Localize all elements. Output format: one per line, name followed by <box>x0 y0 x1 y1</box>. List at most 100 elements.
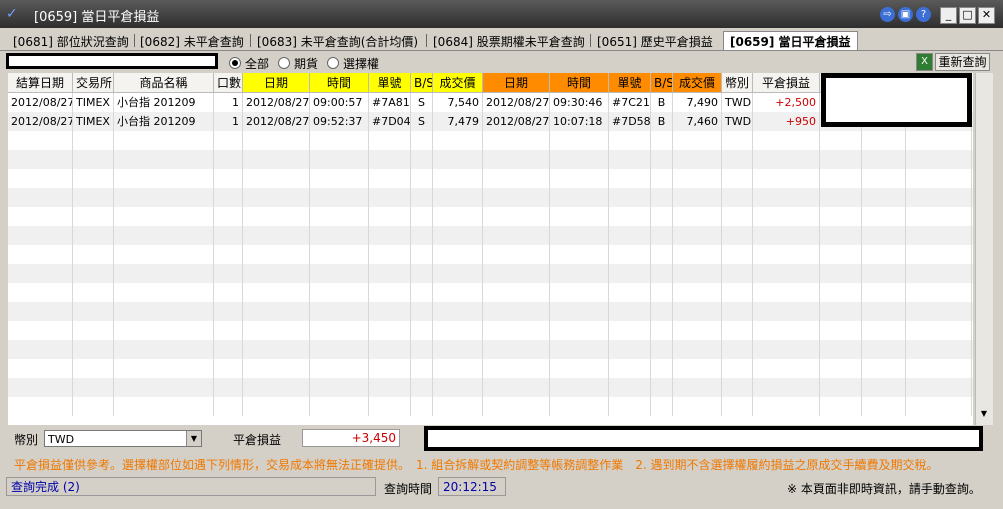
chevron-down-icon[interactable]: ▼ <box>186 431 201 446</box>
cell-close-price: 7,460 <box>673 112 722 131</box>
table-row[interactable] <box>8 245 973 264</box>
cell-exchange <box>73 359 114 378</box>
cell-open-price: 7,479 <box>433 112 483 131</box>
table-row[interactable] <box>8 359 973 378</box>
header-open-time[interactable]: 時間 <box>310 73 369 93</box>
excel-export-icon[interactable]: X <box>916 53 933 71</box>
cell-product <box>114 169 214 188</box>
tab-0683[interactable]: [0683] 未平倉查詢(合計均價) <box>257 33 418 50</box>
cell-open-order <box>369 226 411 245</box>
cell-open-time <box>310 169 369 188</box>
cell-pnl <box>753 245 820 264</box>
cell-currency <box>722 378 753 397</box>
filter-bar: 全部 期貨 選擇權 X 重新查詢 <box>0 51 1003 73</box>
header-currency[interactable]: 幣別 <box>722 73 753 93</box>
radio-all[interactable]: 全部 <box>229 55 269 71</box>
minimize-button[interactable]: _ <box>940 7 957 24</box>
cell-extra <box>906 131 972 150</box>
cell-open-bs <box>411 283 433 302</box>
table-row[interactable] <box>8 150 973 169</box>
header-open-bs[interactable]: B/S <box>411 73 433 93</box>
header-product[interactable]: 商品名稱 <box>114 73 214 93</box>
tab-0684[interactable]: [0684] 股票期權未平倉查詢 <box>433 33 585 50</box>
header-close-order[interactable]: 單號 <box>609 73 651 93</box>
table-row[interactable] <box>8 226 973 245</box>
cell-product <box>114 131 214 150</box>
cell-close-date <box>483 150 550 169</box>
tab-0682[interactable]: [0682] 未平倉查詢 <box>140 33 244 50</box>
header-open-price[interactable]: 成交價 <box>433 73 483 93</box>
tab-0659[interactable]: [0659] 當日平倉損益 <box>723 31 858 50</box>
cell-exchange <box>73 340 114 359</box>
cell-open-date <box>243 397 310 416</box>
table-row[interactable] <box>8 302 973 321</box>
header-qty[interactable]: 口數 <box>214 73 243 93</box>
status-bar: 查詢完成 (2) 查詢時間 20:12:15 ※ 本頁面非即時資訊，請手動查詢。 <box>0 476 1003 498</box>
cell-close-time <box>550 359 609 378</box>
cell-close-bs: B <box>651 112 673 131</box>
cell-extra <box>862 131 906 150</box>
close-button[interactable]: ✕ <box>978 7 995 24</box>
cell-open-order <box>369 169 411 188</box>
cell-open-time <box>310 340 369 359</box>
cell-product <box>114 245 214 264</box>
cell-open-date: 2012/08/27 <box>243 112 310 131</box>
radio-options[interactable]: 選擇權 <box>327 55 379 71</box>
scroll-down-icon[interactable]: ▼ <box>978 409 990 421</box>
table-row[interactable] <box>8 283 973 302</box>
refresh-button[interactable]: 重新查詢 <box>935 53 990 71</box>
maximize-button[interactable]: □ <box>959 7 976 24</box>
header-close-bs[interactable]: B/S <box>651 73 673 93</box>
table-row[interactable] <box>8 397 973 416</box>
cell-extra <box>862 169 906 188</box>
account-selector[interactable] <box>6 53 218 69</box>
cell-settle-date <box>8 359 73 378</box>
cell-open-time <box>310 131 369 150</box>
cell-extra <box>820 359 862 378</box>
cell-open-date <box>243 321 310 340</box>
table-row[interactable] <box>8 207 973 226</box>
tab-0681[interactable]: [0681] 部位狀況查詢 <box>13 33 129 50</box>
header-close-date[interactable]: 日期 <box>483 73 550 93</box>
header-open-order[interactable]: 單號 <box>369 73 411 93</box>
table-row[interactable] <box>8 169 973 188</box>
table-row[interactable] <box>8 264 973 283</box>
cell-pnl <box>753 131 820 150</box>
cell-extra <box>820 283 862 302</box>
cell-close-time <box>550 302 609 321</box>
cell-close-price <box>673 283 722 302</box>
print-icon[interactable]: ▣ <box>898 7 913 22</box>
header-pnl[interactable]: 平倉損益 <box>753 73 820 93</box>
cell-qty <box>214 207 243 226</box>
window-title: [0659] 當日平倉損益 <box>34 10 160 25</box>
table-row[interactable] <box>8 131 973 150</box>
table-row[interactable] <box>8 340 973 359</box>
header-open-date[interactable]: 日期 <box>243 73 310 93</box>
cell-close-order <box>609 226 651 245</box>
header-close-time[interactable]: 時間 <box>550 73 609 93</box>
radio-futures[interactable]: 期貨 <box>278 55 318 71</box>
cell-open-bs <box>411 340 433 359</box>
vertical-scrollbar[interactable]: ▼ <box>975 73 993 425</box>
header-settle-date[interactable]: 結算日期 <box>8 73 73 93</box>
header-close-price[interactable]: 成交價 <box>673 73 722 93</box>
export-icon[interactable]: ⇨ <box>880 7 895 22</box>
cell-close-date: 2012/08/27 <box>483 93 550 112</box>
cell-open-price <box>433 321 483 340</box>
cell-settle-date <box>8 397 73 416</box>
table-row[interactable] <box>8 321 973 340</box>
cell-close-bs <box>651 302 673 321</box>
tab-0651[interactable]: [0651] 歷史平倉損益 <box>597 33 713 50</box>
cell-close-date <box>483 226 550 245</box>
header-exchange[interactable]: 交易所 <box>73 73 114 93</box>
help-icon[interactable]: ? <box>916 7 931 22</box>
cell-exchange <box>73 397 114 416</box>
currency-select[interactable]: TWD ▼ <box>44 430 202 447</box>
cell-currency <box>722 150 753 169</box>
cell-settle-date: 2012/08/27 <box>8 93 73 112</box>
table-row[interactable] <box>8 378 973 397</box>
cell-open-bs: S <box>411 112 433 131</box>
cell-extra <box>862 378 906 397</box>
tab-separator <box>426 34 427 47</box>
table-row[interactable] <box>8 188 973 207</box>
